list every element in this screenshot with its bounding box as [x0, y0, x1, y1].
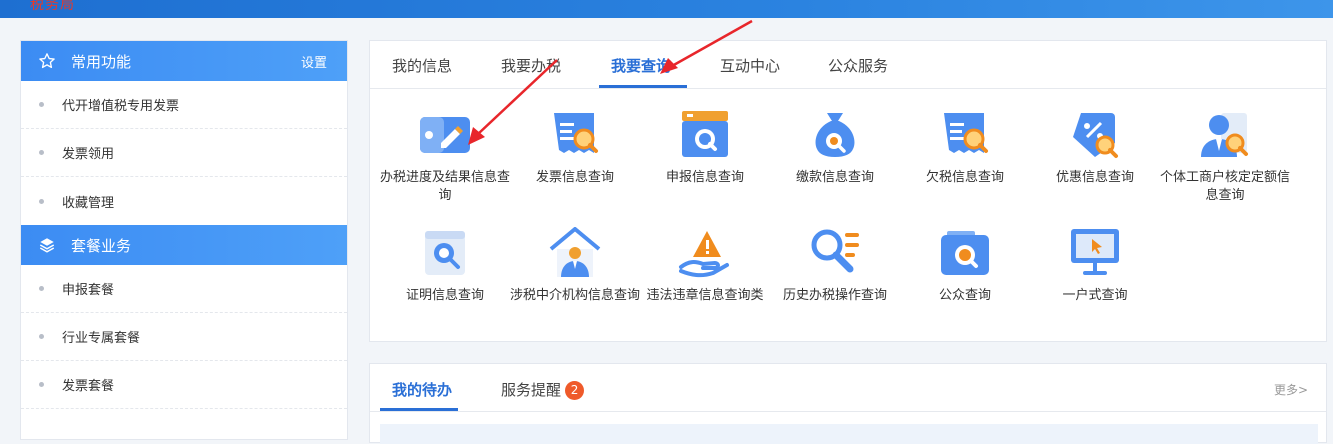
pencil-card-icon: [420, 117, 470, 153]
warning-hand-icon: [679, 231, 729, 278]
tab-query[interactable]: 我要查询: [611, 55, 671, 76]
query-item-history[interactable]: 历史办税操作查询: [770, 227, 900, 305]
query-item-discount[interactable]: 优惠信息查询: [1030, 109, 1160, 187]
todo-tabs: 我的待办 服务提醒 2 更多>: [370, 364, 1326, 412]
section-header-common: 常用功能 设置: [21, 41, 347, 81]
tab-handle-tax[interactable]: 我要办税: [501, 55, 561, 76]
query-item-declaration[interactable]: 申报信息查询: [640, 109, 770, 187]
query-item-arrears[interactable]: 欠税信息查询: [900, 109, 1030, 187]
house-agent-icon: [549, 227, 601, 277]
tab-my-todo[interactable]: 我的待办: [392, 379, 452, 400]
money-bag-search-icon: [815, 113, 855, 157]
public-search-icon: [941, 231, 989, 275]
query-item-individual[interactable]: 个体工商户核定定额信息查询: [1160, 109, 1290, 205]
section-title: 常用功能: [71, 52, 132, 71]
bullet-icon: [39, 198, 44, 204]
active-tab-indicator: [380, 408, 458, 411]
query-item-label: 公众查询: [938, 288, 991, 303]
section-header-package: 套餐业务: [21, 225, 347, 265]
sidebar-item-label: 申报套餐: [62, 283, 115, 298]
invoice-search-icon: [554, 113, 598, 153]
sidebar-item-declare-package[interactable]: 申报套餐: [21, 265, 347, 313]
active-tab-indicator: [599, 85, 687, 88]
section-title: 套餐业务: [71, 236, 132, 255]
query-item-label: 历史办税操作查询: [782, 288, 887, 303]
sidebar-item-invoice-package[interactable]: 发票套餐: [21, 361, 347, 409]
sidebar-item-vat-invoice[interactable]: 代开增值税专用发票: [21, 81, 347, 129]
sidebar-item-industry-package[interactable]: 行业专属套餐: [21, 313, 347, 361]
query-panel: 我的信息 我要办税 我要查询 互动中心 公众服务 办税进度及结果信息查询 发票信…: [369, 40, 1327, 342]
layers-icon: [37, 235, 57, 255]
arrears-search-icon: [944, 113, 988, 153]
sidebar-item-label: 行业专属套餐: [62, 331, 141, 346]
logo-fragment: 税务局: [30, 0, 75, 13]
query-item-label: 缴款信息查询: [795, 170, 874, 185]
query-item-label: 涉税中介机构信息查询: [510, 288, 641, 303]
query-item-label: 申报信息查询: [665, 170, 744, 185]
query-item-agency[interactable]: 涉税中介机构信息查询: [510, 227, 640, 305]
tab-service-reminder[interactable]: 服务提醒 2: [501, 379, 585, 400]
bullet-icon: [39, 334, 44, 339]
query-item-certificate[interactable]: 证明信息查询: [380, 227, 510, 305]
bullet-icon: [39, 286, 44, 291]
tab-label: 服务提醒: [501, 381, 562, 399]
query-item-label: 发票信息查询: [535, 170, 614, 185]
query-item-label: 优惠信息查询: [1055, 170, 1134, 185]
top-banner: 税务局: [0, 0, 1333, 18]
query-item-label: 证明信息查询: [405, 288, 484, 303]
settings-link[interactable]: 设置: [301, 52, 327, 71]
bullet-icon: [39, 150, 44, 155]
query-item-public[interactable]: 公众查询: [900, 227, 1030, 305]
sidebar-item-invoice-receive[interactable]: 发票领用: [21, 129, 347, 177]
query-item-invoice[interactable]: 发票信息查询: [510, 109, 640, 187]
discount-tag-search-icon: [1073, 113, 1118, 158]
main-tabs: 我的信息 我要办税 我要查询 互动中心 公众服务: [370, 41, 1326, 89]
query-item-violation[interactable]: 违法违章信息查询类: [640, 227, 770, 305]
left-sidebar: 常用功能 设置 代开增值税专用发票 发票领用 收藏管理 套餐业务 申报套餐 行业…: [20, 40, 348, 440]
declaration-search-icon: [682, 111, 728, 157]
person-search-icon: [1201, 113, 1248, 157]
sidebar-item-favorites[interactable]: 收藏管理: [21, 177, 347, 225]
count-badge: 2: [565, 381, 585, 400]
query-item-one-household[interactable]: 一户式查询: [1030, 227, 1160, 305]
certificate-search-icon: [425, 231, 465, 275]
tab-my-info[interactable]: 我的信息: [392, 55, 452, 76]
query-item-label: 欠税信息查询: [925, 170, 1004, 185]
query-item-label: 办税进度及结果信息查询: [380, 170, 511, 203]
star-icon: [37, 51, 57, 71]
query-item-label: 个体工商户核定定额信息查询: [1160, 170, 1291, 203]
table-header: [380, 424, 1318, 444]
monitor-cursor-icon: [1071, 229, 1119, 275]
tab-public-service[interactable]: 公众服务: [828, 55, 888, 76]
query-item-progress[interactable]: 办税进度及结果信息查询: [380, 109, 510, 205]
query-item-payment[interactable]: 缴款信息查询: [770, 109, 900, 187]
history-search-list-icon: [811, 229, 859, 273]
bullet-icon: [39, 102, 44, 107]
query-item-label: 一户式查询: [1062, 288, 1128, 303]
more-link[interactable]: 更多>: [1274, 381, 1308, 398]
tab-interaction[interactable]: 互动中心: [720, 55, 780, 76]
sidebar-item-label: 收藏管理: [62, 195, 115, 211]
query-item-label: 违法违章信息查询类: [646, 288, 764, 303]
bullet-icon: [39, 382, 44, 387]
sidebar-item-label: 发票领用: [62, 147, 115, 162]
todo-panel: 我的待办 服务提醒 2 更多>: [369, 363, 1327, 444]
sidebar-item-label: 发票套餐: [62, 379, 115, 394]
sidebar-item-label: 代开增值税专用发票: [62, 99, 180, 114]
